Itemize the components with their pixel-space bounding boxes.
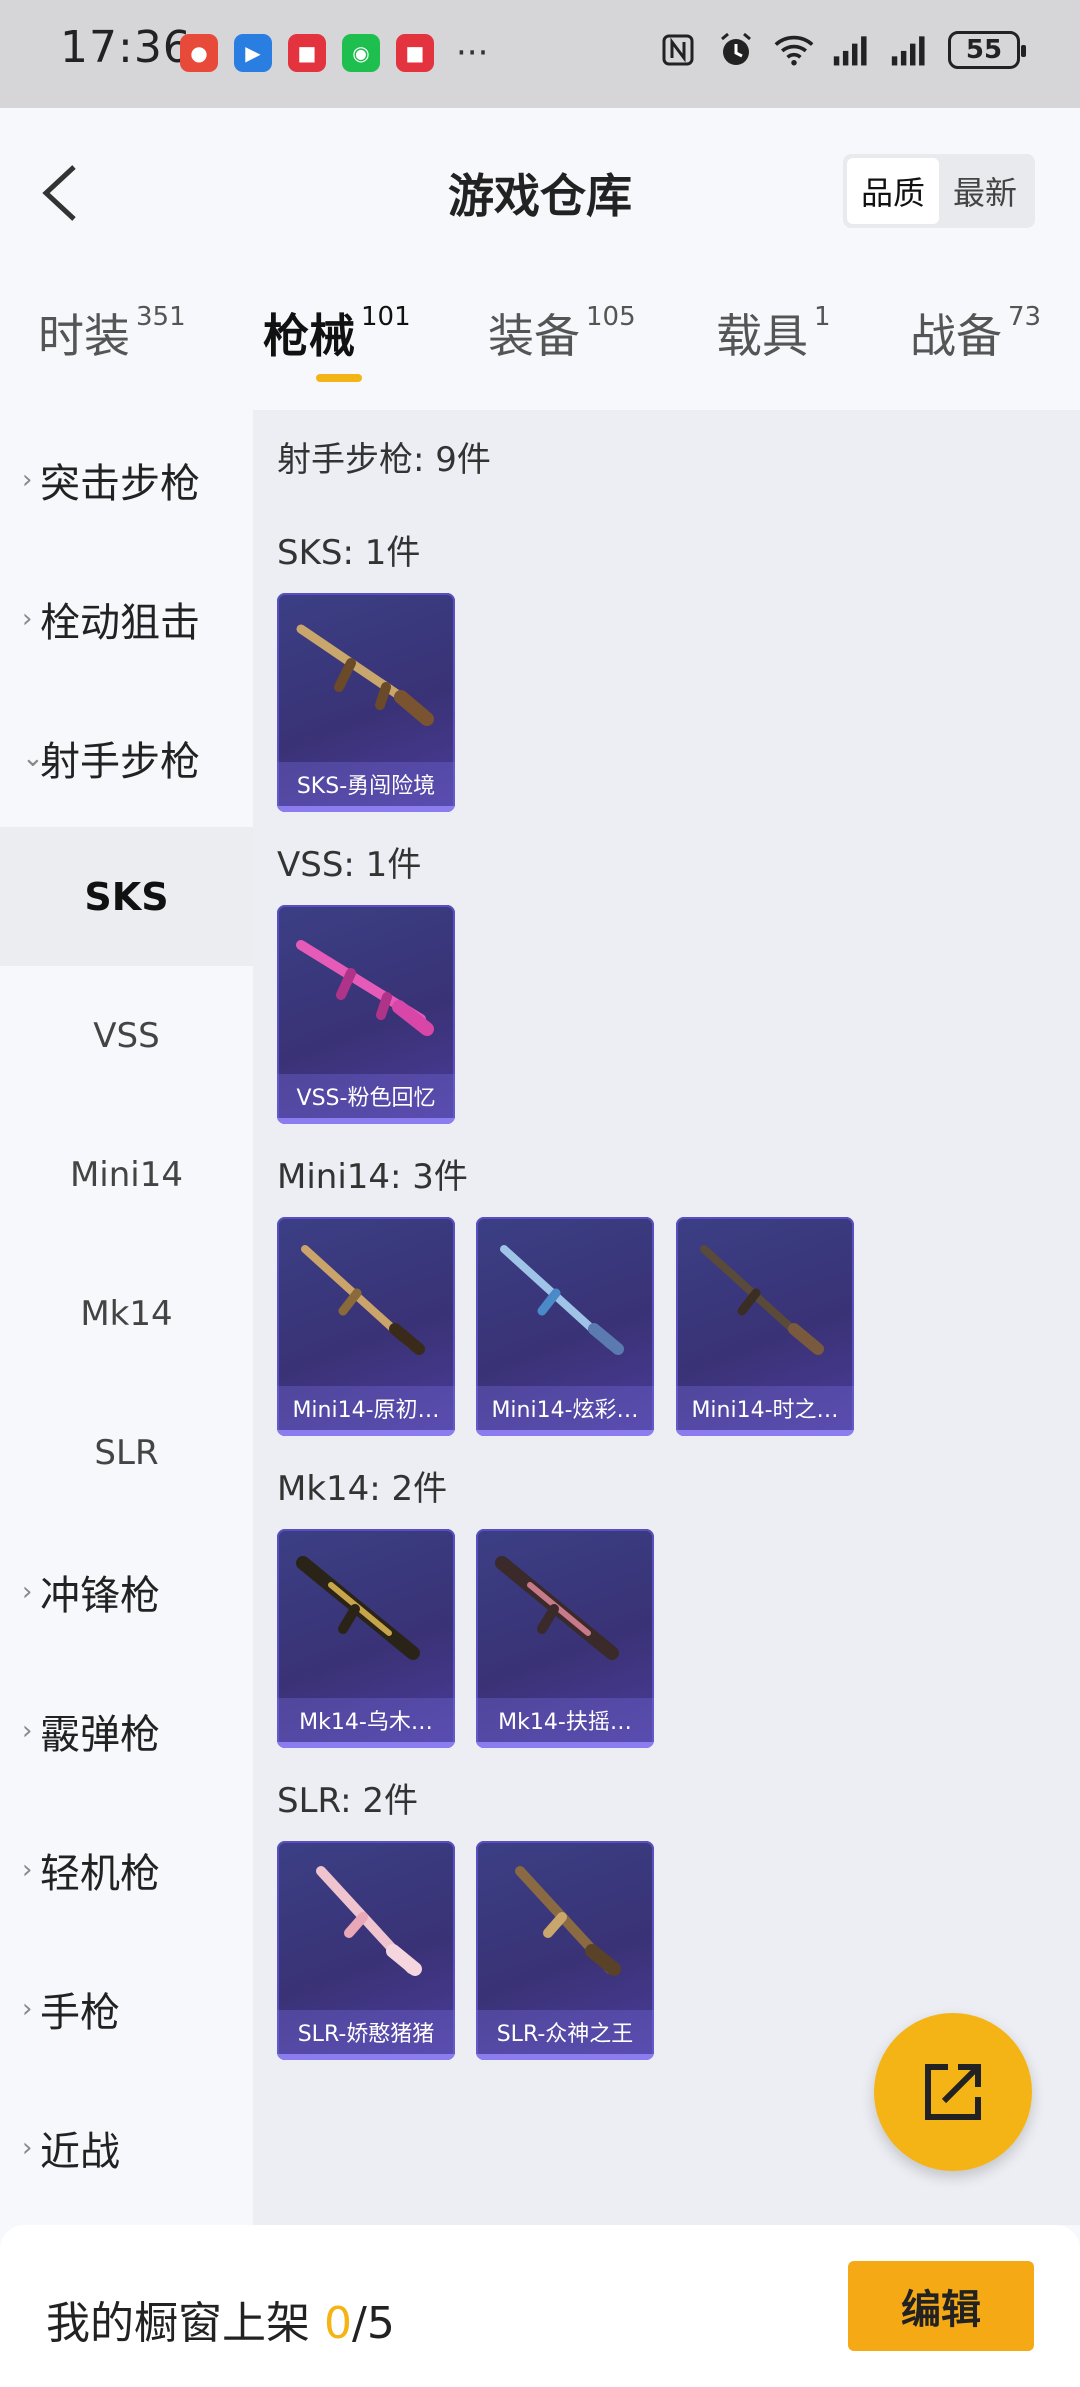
item-name: SKS-勇闯险境 [277, 762, 455, 806]
app-notification-icon: ▶ [234, 34, 272, 72]
rarity-bar [676, 1430, 854, 1436]
rarity-bar [476, 1742, 654, 1748]
nfc-icon [658, 30, 698, 70]
app-notification-icon: ■ [396, 34, 434, 72]
item-card[interactable]: Mk14-乌木… [277, 1529, 455, 1748]
item-card[interactable]: Mini14-炫彩… [476, 1217, 654, 1436]
rifle-icon [700, 1245, 824, 1355]
header: 游戏仓库 品质 最新 [0, 108, 1080, 278]
sidebar-item-shotgun[interactable]: › 霰弹枪 [0, 1661, 253, 1800]
item-name: Mini14-时之… [676, 1386, 854, 1430]
sidebar-item-pistol[interactable]: › 手枪 [0, 1939, 253, 2078]
sidebar-sub-vss[interactable]: VSS [0, 966, 253, 1105]
sidebar-item-marksman-rifle[interactable]: ⌄ 射手步枪 [0, 688, 253, 827]
tab-vehicles[interactable]: 载具 1 [716, 300, 831, 366]
chevron-right-icon: › [22, 1993, 33, 2024]
group-heading: VSS: 1件 [277, 845, 422, 885]
notification-icons: ● ▶ ■ ◉ ■ ··· [180, 34, 488, 72]
chevron-right-icon: › [22, 2132, 33, 2163]
tab-fashion[interactable]: 时装 351 [38, 300, 186, 366]
category-tabs: 时装 351 枪械 101 装备 105 载具 1 战备 73 [0, 290, 1080, 405]
active-tab-indicator [316, 374, 362, 382]
showcase-status: 我的橱窗上架 0/5 [46, 2298, 395, 2349]
alarm-icon [716, 30, 756, 70]
item-name: VSS-粉色回忆 [277, 1074, 455, 1118]
rarity-bar [277, 1742, 455, 1748]
tab-war-supplies[interactable]: 战备 73 [910, 300, 1041, 366]
app-notification-icon: ● [180, 34, 218, 72]
rifle-icon [316, 1866, 422, 1976]
chevron-down-icon: ⌄ [22, 742, 44, 773]
group-heading: Mk14: 2件 [277, 1469, 448, 1509]
sort-latest-button[interactable]: 最新 [939, 158, 1031, 224]
category-sidebar: › 突击步枪 › 栓动狙击 ⌄ 射手步枪 SKS VSS Mini14 Mk14… [0, 410, 253, 2225]
rarity-bar [476, 2054, 654, 2060]
group-heading: SKS: 1件 [277, 533, 421, 573]
sidebar-sub-sks[interactable]: SKS [0, 827, 253, 966]
rarity-bar [476, 1430, 654, 1436]
sort-quality-button[interactable]: 品质 [846, 158, 939, 224]
item-card[interactable]: Mini14-原初… [277, 1217, 455, 1436]
signal-icon [890, 30, 930, 70]
rifle-icon [296, 1556, 420, 1660]
item-name: Mk14-扶摇… [476, 1698, 654, 1742]
bottom-bar: 我的橱窗上架 0/5 编辑 [0, 2225, 1080, 2387]
group-heading: Mini14: 3件 [277, 1157, 468, 1197]
sidebar-sub-mk14[interactable]: Mk14 [0, 1244, 253, 1383]
item-grid: 射手步枪: 9件 SKS: 1件 SKS-勇闯险境 VSS: 1件 VSS-粉色… [253, 410, 1080, 2225]
rarity-bar [277, 1118, 455, 1124]
app-notification-icon: ■ [288, 34, 326, 72]
tab-equipment[interactable]: 装备 105 [488, 300, 636, 366]
item-card[interactable]: Mini14-时之… [676, 1217, 854, 1436]
battery-icon: 55 [948, 31, 1026, 69]
item-name: SLR-娇憨猪猪 [277, 2010, 455, 2054]
item-name: Mk14-乌木… [277, 1698, 455, 1742]
rifle-icon [296, 940, 434, 1036]
item-name: Mini14-炫彩… [476, 1386, 654, 1430]
item-name: Mini14-原初… [277, 1386, 455, 1430]
sidebar-item-lmg[interactable]: › 轻机枪 [0, 1800, 253, 1939]
rarity-bar [277, 2054, 455, 2060]
sidebar-item-smg[interactable]: › 冲锋枪 [0, 1522, 253, 1661]
status-bar: 17:36 ● ▶ ■ ◉ ■ ··· 55 [0, 0, 1080, 108]
item-card[interactable]: SLR-众神之王 [476, 1841, 654, 2060]
item-card[interactable]: SLR-娇憨猪猪 [277, 1841, 455, 2060]
status-time: 17:36 [60, 22, 192, 73]
rifle-icon [500, 1245, 624, 1355]
external-link-icon [925, 2064, 981, 2120]
group-heading: SLR: 2件 [277, 1781, 418, 1821]
category-heading: 射手步枪: 9件 [277, 440, 491, 480]
chevron-right-icon: › [22, 1854, 33, 1885]
sidebar-item-assault-rifle[interactable]: › 突击步枪 [0, 410, 253, 549]
sidebar-sub-mini14[interactable]: Mini14 [0, 1105, 253, 1244]
sort-toggle: 品质 最新 [842, 154, 1035, 228]
rifle-icon [301, 1245, 425, 1355]
rifle-icon [515, 1866, 621, 1976]
edit-button[interactable]: 编辑 [848, 2261, 1034, 2351]
rarity-bar [277, 806, 455, 812]
wechat-icon: ◉ [342, 34, 380, 72]
sidebar-sub-slr[interactable]: SLR [0, 1383, 253, 1522]
rarity-bar [277, 1430, 455, 1436]
chevron-right-icon: › [22, 1576, 33, 1607]
item-card[interactable]: Mk14-扶摇… [476, 1529, 654, 1748]
sidebar-item-bolt-sniper[interactable]: › 栓动狙击 [0, 549, 253, 688]
item-card[interactable]: SKS-勇闯险境 [277, 593, 455, 812]
tab-guns[interactable]: 枪械 101 [263, 300, 411, 366]
chevron-right-icon: › [22, 603, 33, 634]
more-notifications-icon: ··· [456, 33, 489, 73]
chevron-right-icon: › [22, 464, 33, 495]
share-button[interactable] [874, 2013, 1032, 2171]
chevron-right-icon: › [22, 1715, 33, 1746]
item-name: SLR-众神之王 [476, 2010, 654, 2054]
wifi-icon [774, 30, 814, 70]
rifle-icon [296, 624, 434, 726]
sidebar-item-melee[interactable]: › 近战 [0, 2078, 253, 2217]
signal-icon [832, 30, 872, 70]
rifle-icon [495, 1556, 619, 1660]
item-card[interactable]: VSS-粉色回忆 [277, 905, 455, 1124]
